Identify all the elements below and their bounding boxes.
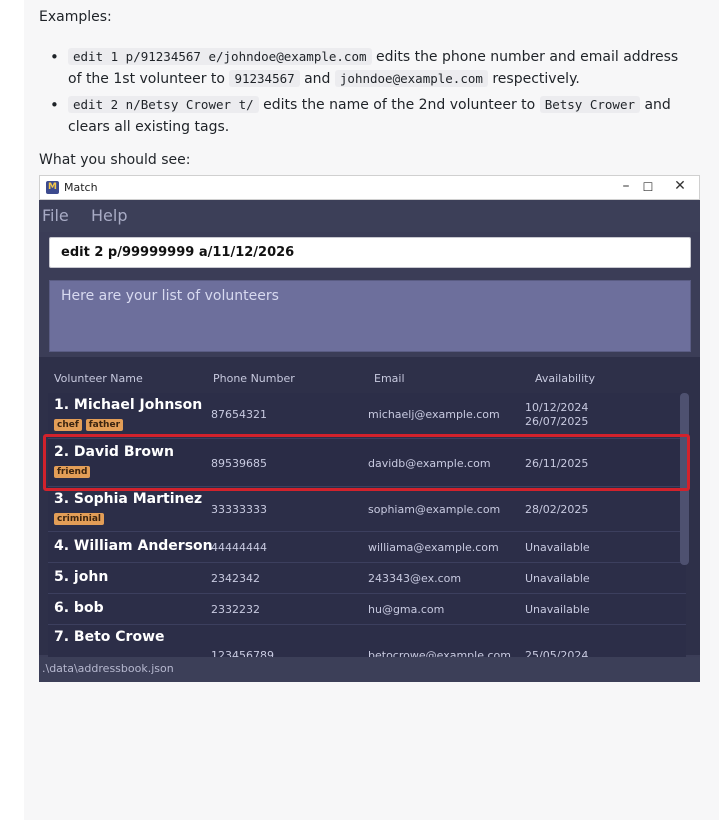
- volunteer-availability: Unavailable: [525, 572, 590, 586]
- tag: chef: [54, 419, 82, 431]
- availability-date: 26/07/2025: [525, 415, 589, 428]
- volunteer-phone: 44444444: [211, 541, 267, 554]
- examples-list: edit 1 p/91234567 e/johndoe@example.com …: [48, 46, 696, 142]
- highlight-box: [43, 434, 690, 491]
- example-item-1: edit 1 p/91234567 e/johndoe@example.com …: [48, 46, 696, 90]
- volunteer-availability: 28/02/2025: [525, 503, 588, 517]
- column-header-availability: Availability: [535, 372, 595, 385]
- close-icon[interactable]: ✕: [670, 178, 690, 194]
- volunteer-row[interactable]: 6. bob 2332232 hu@gma.com Unavailable: [48, 594, 686, 625]
- result-text: Here are your list of volunteers: [61, 288, 279, 304]
- tag-list: chef father: [54, 419, 124, 431]
- example-value: Betsy Crower: [539, 96, 640, 113]
- volunteer-phone: 87654321: [211, 408, 267, 421]
- example-text: edits the name of the 2nd volunteer to: [258, 97, 540, 113]
- result-display: Here are your list of volunteers: [49, 280, 691, 352]
- volunteer-name: 3. Sophia Martinez: [54, 491, 203, 507]
- match-app-icon: M: [46, 181, 59, 194]
- app-window: M Match – ☐ ✕ File Help edit 2 p/9999999…: [39, 175, 700, 682]
- volunteer-phone: 2332232: [211, 603, 260, 616]
- volunteer-availability: 10/12/2024 26/07/2025: [525, 401, 588, 429]
- volunteer-name: 6. bob: [54, 600, 104, 616]
- volunteer-row[interactable]: 1. Michael Johnson chef father 87654321 …: [48, 393, 686, 439]
- volunteer-email: sophiam@example.com: [368, 503, 501, 516]
- example-text: and: [299, 71, 335, 87]
- title-bar[interactable]: M Match – ☐ ✕: [39, 175, 700, 200]
- volunteer-row[interactable]: 5. john 2342342 243343@ex.com Unavailabl…: [48, 563, 686, 594]
- volunteer-name: 1. Michael Johnson: [54, 397, 203, 413]
- volunteer-row[interactable]: 3. Sophia Martinez criminial 33333333 so…: [48, 487, 686, 532]
- menu-file[interactable]: File: [42, 206, 69, 225]
- availability-date: 10/12/2024: [525, 401, 589, 414]
- maximize-icon[interactable]: ☐: [638, 180, 658, 194]
- volunteer-phone: 2342342: [211, 572, 260, 585]
- volunteer-email: michaelj@example.com: [368, 408, 500, 421]
- status-bar: .\data\addressbook.json: [39, 657, 700, 682]
- minimize-icon[interactable]: –: [616, 178, 636, 194]
- volunteer-email: williama@example.com: [368, 541, 499, 554]
- volunteer-availability: Unavailable: [525, 541, 590, 555]
- volunteer-phone: 33333333: [211, 503, 267, 516]
- example-item-2: edit 2 n/Betsy Crower t/ edits the name …: [48, 94, 696, 138]
- tag-list: criminial: [54, 513, 104, 525]
- command-input[interactable]: edit 2 p/99999999 a/11/12/2026: [49, 237, 691, 268]
- volunteer-list-panel: Volunteer Name Phone Number Email Availa…: [39, 357, 700, 665]
- column-header-phone: Phone Number: [213, 372, 295, 385]
- availability-date: Unavailable: [525, 541, 590, 554]
- example-value: johndoe@example.com: [334, 70, 488, 87]
- example-command-2: edit 2 n/Betsy Crower t/: [68, 96, 259, 113]
- what-you-should-see-label: What you should see:: [39, 152, 191, 168]
- tag: criminial: [54, 513, 104, 525]
- example-command-1: edit 1 p/91234567 e/johndoe@example.com: [68, 48, 372, 65]
- volunteer-name: 4. William Anderson: [54, 538, 213, 554]
- column-header-email: Email: [374, 372, 405, 385]
- volunteer-name: 5. john: [54, 569, 109, 585]
- status-bar-path: .\data\addressbook.json: [42, 662, 174, 675]
- availability-date: 28/02/2025: [525, 503, 589, 516]
- volunteer-name: 7. Beto Crowe: [54, 629, 165, 645]
- column-header-name: Volunteer Name: [54, 372, 143, 385]
- volunteer-availability: Unavailable: [525, 603, 590, 617]
- menu-help[interactable]: Help: [91, 206, 127, 225]
- window-title: Match: [64, 181, 98, 194]
- volunteer-email: 243343@ex.com: [368, 572, 462, 585]
- volunteer-email: hu@gma.com: [368, 603, 445, 616]
- examples-heading: Examples:: [39, 9, 112, 25]
- command-input-value: edit 2 p/99999999 a/11/12/2026: [61, 245, 295, 260]
- volunteer-row[interactable]: 4. William Anderson 44444444 williama@ex…: [48, 532, 686, 563]
- tag: father: [85, 419, 124, 431]
- example-text: respectively.: [487, 71, 580, 87]
- menu-bar: File Help: [39, 200, 700, 232]
- availability-date: Unavailable: [525, 603, 590, 616]
- availability-date: Unavailable: [525, 572, 590, 585]
- example-value: 91234567: [229, 70, 300, 87]
